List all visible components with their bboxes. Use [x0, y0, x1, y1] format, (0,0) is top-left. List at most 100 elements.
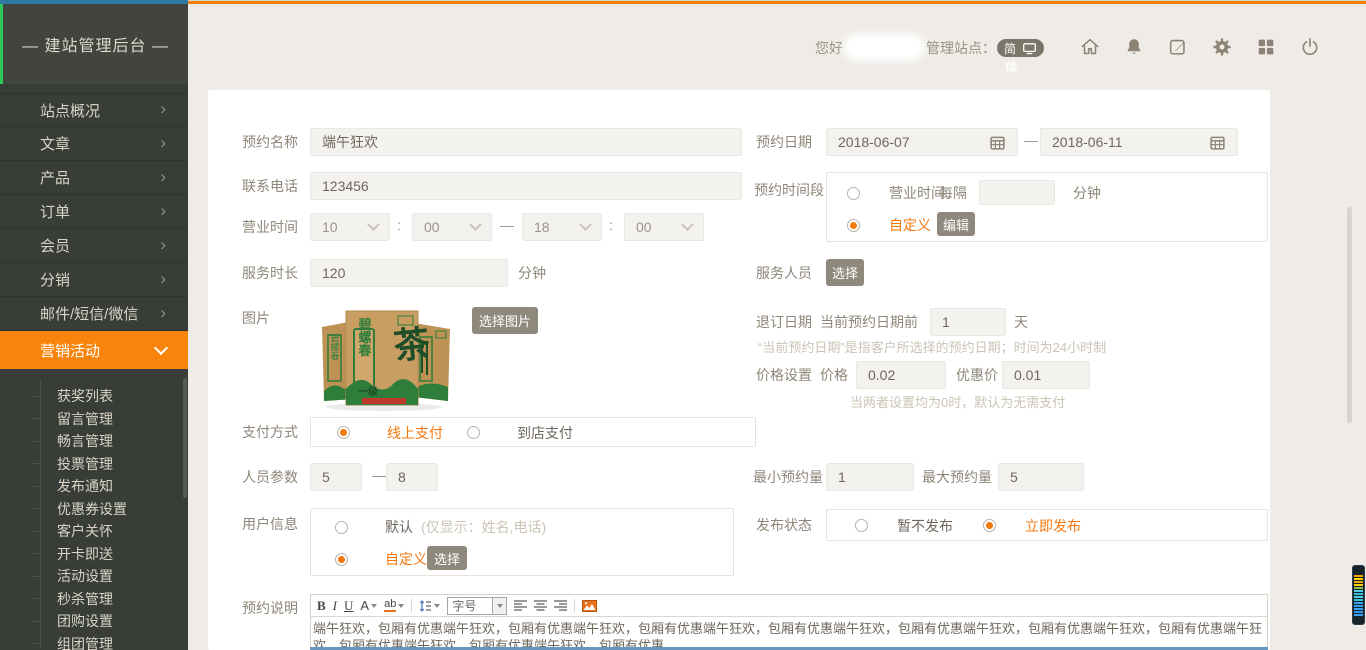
highlight-color-button[interactable]: ab [384, 599, 404, 612]
user-info-choose-button[interactable]: 选择 [427, 546, 467, 570]
line-height-button[interactable] [419, 600, 440, 612]
app-root: — 建站管理后台 — 站点概况› 文章› 产品› 订单› 会员› 分销› 邮件/… [0, 0, 1366, 650]
dash-separator: — [372, 467, 386, 483]
time-slot-business-label[interactable]: 营业时间 [889, 183, 945, 203]
publish-now-label[interactable]: 立即发布 [1025, 516, 1081, 536]
dash-separator: — [1024, 132, 1038, 148]
cancel-date-prefix: 当前预约日期前 [820, 312, 918, 332]
booking-name-input[interactable]: 端午狂欢 [310, 128, 742, 156]
people-min-input[interactable]: 5 [310, 463, 362, 491]
hours-to-hour-select[interactable]: 18 [522, 213, 602, 241]
notifications-bell-icon[interactable] [1123, 36, 1145, 58]
sidebar-subitem-customer-care[interactable]: 客户关怀 [0, 520, 188, 542]
align-center-button[interactable] [534, 600, 547, 611]
combo-arrow-button[interactable] [492, 598, 506, 614]
sidebar-item-orders[interactable]: 订单› [0, 195, 188, 229]
booking-desc-editor: B I U A ab 字号 [310, 594, 1268, 650]
service-duration-input[interactable]: 120 [310, 259, 508, 287]
language-pill[interactable]: 简 [997, 39, 1044, 57]
contact-phone-input[interactable]: 123456 [310, 172, 742, 200]
user-info-custom-radio[interactable] [335, 553, 348, 566]
settings-gear-icon[interactable] [1211, 36, 1233, 58]
sidebar-subitem-message-mgmt[interactable]: 留言管理 [0, 408, 188, 430]
publish-later-radio[interactable] [855, 519, 868, 532]
sidebar-item-members[interactable]: 会员› [0, 229, 188, 263]
chevron-right-icon: › [160, 100, 166, 117]
underline-button[interactable]: U [344, 599, 353, 612]
booking-desc-label: 预约说明 [242, 598, 298, 618]
service-staff-choose-button[interactable]: 选择 [826, 259, 864, 286]
payment-instore-radio[interactable] [467, 426, 480, 439]
time-slot-edit-button[interactable]: 编辑 [937, 212, 975, 236]
home-icon[interactable] [1079, 36, 1101, 58]
italic-button[interactable]: I [333, 599, 337, 612]
calendar-icon[interactable] [1209, 134, 1226, 151]
calendar-icon[interactable] [989, 134, 1006, 151]
sidebar-subitem-group-buy[interactable]: 团购设置 [0, 610, 188, 632]
sidebar-subitem-flash-sale[interactable]: 秒杀管理 [0, 588, 188, 610]
bold-button[interactable]: B [317, 599, 326, 612]
min-booking-input[interactable]: 1 [826, 463, 914, 491]
time-slot-custom-label[interactable]: 自定义 [889, 215, 931, 235]
align-left-button[interactable] [514, 600, 527, 611]
insert-image-button[interactable] [582, 600, 597, 612]
sidebar-item-marketing-active[interactable]: 营销活动 [0, 331, 188, 369]
people-max-value: 8 [398, 469, 406, 485]
hours-to-minute-select[interactable]: 00 [624, 213, 704, 241]
sidebar-scrollbar-thumb[interactable] [183, 378, 187, 498]
sidebar-subitem-award-list[interactable]: 获奖列表 [0, 385, 188, 407]
user-info-label: 用户信息 [242, 514, 298, 534]
svg-text:碧螺春: 碧螺春 [330, 332, 340, 361]
user-info-default-radio[interactable] [335, 521, 348, 534]
power-logout-icon[interactable] [1299, 36, 1321, 58]
publish-later-label[interactable]: 暂不发布 [897, 516, 953, 536]
sidebar-item-distribution[interactable]: 分销› [0, 263, 188, 297]
booking-name-value: 端午狂欢 [322, 132, 378, 152]
toolbar-divider [411, 599, 412, 612]
select-value: 10 [322, 219, 338, 235]
compose-edit-icon[interactable] [1167, 36, 1189, 58]
sidebar-subitem-changyan-mgmt[interactable]: 畅言管理 [0, 430, 188, 452]
sidebar-subitem-team-mgmt[interactable]: 组团管理 [0, 633, 188, 650]
sidebar-subitem-publish-notice[interactable]: 发布通知 [0, 475, 188, 497]
user-info-custom-label[interactable]: 自定义 [385, 549, 427, 569]
scroll-indicator-widget[interactable] [1352, 565, 1365, 625]
booking-desc-content[interactable]: 端午狂欢，包厢有优惠端午狂欢，包厢有优惠端午狂欢，包厢有优惠端午狂欢，包厢有优惠… [311, 617, 1267, 650]
monitor-icon [1022, 42, 1037, 55]
sidebar-item-mail-sms-wechat[interactable]: 邮件/短信/微信› [0, 297, 188, 331]
sidebar-item-articles[interactable]: 文章› [0, 127, 188, 161]
chevron-right-icon: › [160, 236, 166, 253]
payment-online-label[interactable]: 线上支付 [387, 423, 443, 443]
page-scrollbar-thumb[interactable] [1347, 207, 1352, 423]
time-slot-interval-input[interactable] [979, 180, 1055, 205]
people-min-value: 5 [322, 469, 330, 485]
hours-from-minute-select[interactable]: 00 [412, 213, 492, 241]
dropdown-arrow-icon [371, 604, 377, 608]
max-booking-input[interactable]: 5 [998, 463, 1084, 491]
booking-date-from-input[interactable]: 2018-06-07 [826, 128, 1018, 156]
sidebar-subitem-activity-settings[interactable]: 活动设置 [0, 565, 188, 587]
svg-text:碧螺春: 碧螺春 [357, 317, 373, 358]
hours-from-hour-select[interactable]: 10 [310, 213, 390, 241]
sidebar-item-site-overview[interactable]: 站点概况› [0, 93, 188, 127]
sidebar-subitem-coupon-settings[interactable]: 优惠券设置 [0, 498, 188, 520]
cancel-date-input[interactable]: 1 [930, 308, 1006, 336]
font-color-button[interactable]: A [360, 599, 377, 612]
sidebar-item-products[interactable]: 产品› [0, 161, 188, 195]
sidebar-subitem-vote-mgmt[interactable]: 投票管理 [0, 453, 188, 475]
booking-date-to-input[interactable]: 2018-06-11 [1040, 128, 1238, 156]
payment-online-radio[interactable] [337, 426, 350, 439]
payment-instore-label[interactable]: 到店支付 [517, 423, 573, 443]
people-max-input[interactable]: 8 [386, 463, 438, 491]
publish-now-radio[interactable] [983, 519, 996, 532]
sidebar-subitem-card-gift[interactable]: 开卡即送 [0, 543, 188, 565]
time-slot-business-radio[interactable] [847, 187, 860, 200]
font-size-combo[interactable]: 字号 [447, 597, 507, 615]
align-right-button[interactable] [554, 600, 567, 611]
user-info-default-label[interactable]: 默认 [385, 517, 413, 537]
price-input[interactable]: 0.02 [856, 361, 946, 389]
choose-image-button[interactable]: 选择图片 [472, 307, 538, 334]
discount-price-input[interactable]: 0.01 [1002, 361, 1090, 389]
apps-grid-icon[interactable] [1255, 36, 1277, 58]
time-slot-custom-radio[interactable] [847, 219, 860, 232]
